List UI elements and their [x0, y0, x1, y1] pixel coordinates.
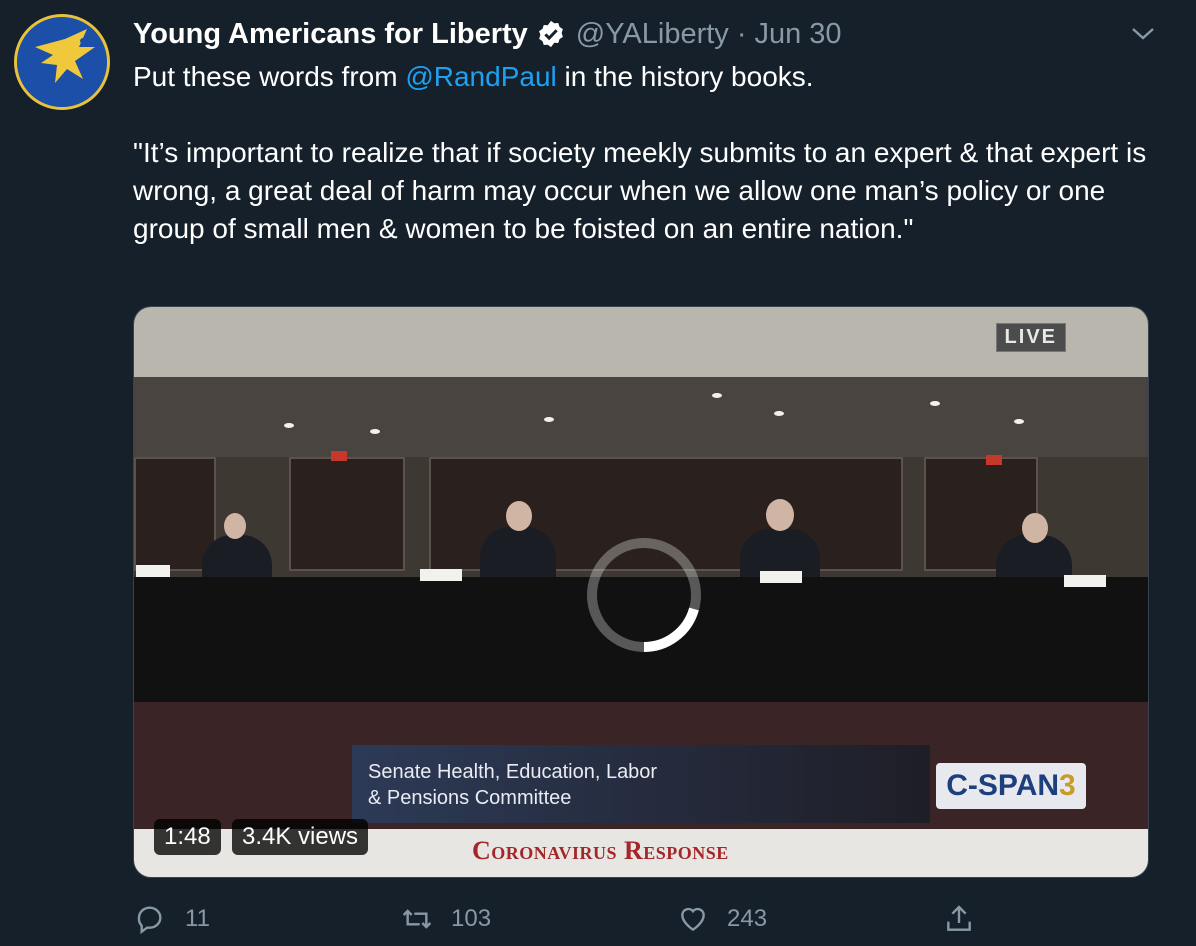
author-name[interactable]: Young Americans for Liberty	[133, 18, 528, 51]
nameplate	[136, 565, 170, 577]
share-button[interactable]	[943, 896, 993, 942]
exit-sign	[986, 455, 1002, 465]
ceiling-light	[930, 401, 940, 406]
header-separator: ·	[736, 17, 747, 50]
verified-badge-icon	[538, 20, 563, 48]
cspan-logo-text: C-SPAN	[946, 769, 1060, 802]
tweet-line-1: Put these words from @RandPaul in the hi…	[133, 58, 1163, 96]
ribbon-text: Coronavirus Response	[472, 836, 729, 865]
nameplate	[1064, 575, 1106, 587]
exit-sign	[331, 451, 347, 461]
person-head	[224, 513, 246, 539]
action-bar: 11 103 243	[133, 896, 1149, 942]
person-head	[506, 501, 532, 531]
spinner-icon	[587, 538, 701, 652]
like-icon	[681, 907, 705, 932]
tweet-text: Put these words from @RandPaul in the hi…	[133, 58, 1163, 248]
ceiling-light	[544, 417, 554, 422]
ceiling-light	[712, 393, 722, 398]
reply-count: 11	[185, 905, 210, 932]
ceiling-light	[284, 423, 294, 428]
author-handle[interactable]: @YALiberty	[576, 18, 729, 51]
retweet-button[interactable]: 103	[401, 896, 491, 942]
chevron-down-icon[interactable]	[1130, 24, 1156, 44]
person-head	[1022, 513, 1048, 543]
text-suffix: in the history books.	[556, 61, 814, 92]
ceiling-light	[774, 411, 784, 416]
eagle-logo-icon	[17, 17, 107, 107]
person-head	[766, 499, 794, 531]
retweet-icon	[402, 909, 432, 929]
ceiling-light	[370, 429, 380, 434]
like-count: 243	[727, 905, 768, 932]
live-badge: LIVE	[995, 323, 1066, 352]
retweet-count: 103	[451, 905, 492, 932]
lower-third: Senate Health, Education, Labor & Pensio…	[352, 745, 930, 823]
cspan-logo-number: 3	[1059, 769, 1076, 802]
video-views: 3.4K views	[232, 819, 369, 855]
tweet-quote: "It’s important to realize that if socie…	[133, 137, 1147, 244]
tweet-date[interactable]: Jun 30	[754, 18, 841, 51]
reply-icon	[137, 906, 162, 935]
avatar[interactable]	[14, 14, 110, 110]
mention-link[interactable]: @RandPaul	[405, 61, 556, 92]
cspan-logo: C-SPAN 3	[936, 763, 1086, 809]
ceiling-light	[1014, 419, 1024, 424]
lower-third-line-2: & Pensions Committee	[368, 787, 572, 809]
nameplate	[760, 571, 802, 583]
share-icon	[947, 905, 971, 931]
video-player[interactable]: LIVE Senate Health, Education, Labor & P…	[133, 306, 1149, 878]
wall-panel	[289, 457, 405, 571]
tweet-header: Young Americans for Liberty @YALiberty ·…	[133, 14, 1156, 54]
nameplate	[420, 569, 462, 581]
lower-third-line-1: Senate Health, Education, Labor	[368, 761, 658, 783]
text-prefix: Put these words from	[133, 61, 406, 92]
like-button[interactable]: 243	[677, 896, 767, 942]
video-duration: 1:48	[154, 819, 221, 855]
scene-wall-band	[134, 377, 1148, 457]
reply-button[interactable]: 11	[135, 896, 210, 942]
